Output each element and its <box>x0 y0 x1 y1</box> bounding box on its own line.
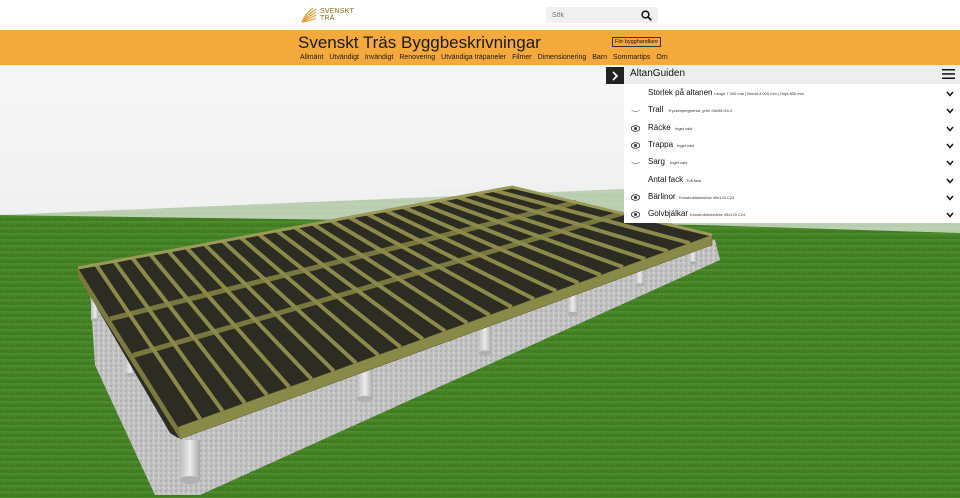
site-header: Svenskt Träs Byggbeskrivningar För byggh… <box>0 30 960 65</box>
concrete-post <box>180 440 200 484</box>
panel-row-label: Räcke <box>648 122 671 132</box>
panel-row-label: Antal fack <box>648 174 684 184</box>
panel-row-label: Storlek på altanen <box>648 88 713 97</box>
chevron-right-icon <box>612 70 619 81</box>
panel-collapse-button[interactable] <box>606 67 624 84</box>
panel-row-detail: Längd 7 000 mm | Bredd 4 000 mm | Höjd 8… <box>714 91 804 96</box>
nav-utvandiga-trapaneler[interactable]: Utvändiga träpaneler <box>441 54 506 61</box>
panel-row-storlek-på-altanen[interactable]: Storlek på altanen Längd 7 000 mm | Bredd… <box>624 85 960 102</box>
visibility-eye-icon[interactable] <box>631 124 640 132</box>
panel-title: AltanGuiden <box>630 68 686 79</box>
site-title[interactable]: Svenskt Träs Byggbeskrivningar <box>298 33 541 53</box>
panel-row-räcke[interactable]: Räcke Inget vald <box>624 120 960 137</box>
panel-row-bärlinor[interactable]: Bärlinor Konstruktionsvirke 45x120 C24 <box>624 189 960 206</box>
panel-row-label: Bärlinor <box>648 191 676 201</box>
chevron-down-icon[interactable] <box>946 143 954 149</box>
visibility-eye-icon[interactable] <box>631 194 640 201</box>
top-bar: SVENSKT TRÄ <box>0 0 960 30</box>
logo-mark-icon <box>301 7 317 23</box>
panel-row-golvbjälkar[interactable]: Golvbjälkar Konstruktionsvirke 45x120 C24 <box>624 206 960 223</box>
altanguiden-panel: AltanGuiden Storlek på altanen Längd 7 00… <box>624 65 960 223</box>
logo-line-1: SVENSKT <box>320 8 355 15</box>
chevron-down-icon[interactable] <box>946 91 954 97</box>
search-input[interactable] <box>546 7 636 23</box>
visibility-eye-icon[interactable] <box>631 211 640 218</box>
logo-wordmark: SVENSKT TRÄ <box>320 8 354 22</box>
chevron-down-icon[interactable] <box>946 195 954 201</box>
nav-filmer[interactable]: Filmer <box>512 54 531 61</box>
visibility-eye-closed-icon[interactable] <box>631 159 640 166</box>
panel-row-detail: Två fack <box>686 177 702 183</box>
for-bygghandlare-button[interactable]: För bygghandlare <box>612 37 662 47</box>
visibility-eye-closed-icon[interactable] <box>631 107 640 114</box>
nav-invandigt[interactable]: Invändigt <box>365 54 393 61</box>
panel-row-label: Trall <box>648 105 664 115</box>
chevron-down-icon[interactable] <box>946 126 954 132</box>
panel-row-antal-fack[interactable]: Antal fack Två fack <box>624 172 960 189</box>
panel-row-label: Trappa <box>648 139 674 149</box>
svenskt-tra-logo[interactable]: SVENSKT TRÄ <box>301 6 361 24</box>
nav-utvandigt[interactable]: Utvändigt <box>329 54 359 61</box>
nav-sommartips[interactable]: Sommartips <box>613 54 650 61</box>
panel-row-detail: Inget vald <box>675 125 693 131</box>
panel-row-detail: Tryckimpregnerad, grön 28x95 G4-2 <box>668 108 733 114</box>
nav-renovering[interactable]: Renovering <box>399 54 435 61</box>
nav-om[interactable]: Om <box>656 54 667 61</box>
chevron-down-icon[interactable] <box>946 108 954 114</box>
nav-barn[interactable]: Barn <box>592 54 607 61</box>
panel-row-detail: Konstruktionsvirke 45x120 C24 <box>679 194 735 200</box>
panel-row-sarg[interactable]: Sarg Inget vald <box>624 154 960 171</box>
chevron-down-icon[interactable] <box>946 160 954 166</box>
panel-row-trall[interactable]: Trall Tryckimpregnerad, grön 28x95 G4-2 <box>624 102 960 119</box>
search-button[interactable] <box>639 8 653 22</box>
search-box <box>546 7 658 23</box>
panel-row-trappa[interactable]: Trappa Inget vald <box>624 137 960 154</box>
nav-allmant[interactable]: Allmänt <box>300 54 323 61</box>
panel-header: AltanGuiden <box>624 65 960 84</box>
panel-row-detail: Konstruktionsvirke 45x120 C24 <box>690 212 746 218</box>
panel-row-detail: Inget vald <box>677 142 695 148</box>
panel-row-label: Golvbjälkar <box>648 209 689 219</box>
search-icon <box>640 9 652 21</box>
hamburger-menu-icon[interactable] <box>942 69 955 79</box>
nav-dimensionering[interactable]: Dimensionering <box>538 54 587 61</box>
main-nav: Allmänt Utvändigt Invändigt Renovering U… <box>300 54 668 61</box>
chevron-down-icon[interactable] <box>946 178 954 184</box>
chevron-down-icon[interactable] <box>946 212 954 218</box>
panel-row-label: Sarg <box>648 157 665 167</box>
logo-line-2: TRÄ <box>320 15 335 22</box>
panel-row-detail: Inget vald <box>670 160 688 166</box>
visibility-eye-icon[interactable] <box>631 142 640 149</box>
